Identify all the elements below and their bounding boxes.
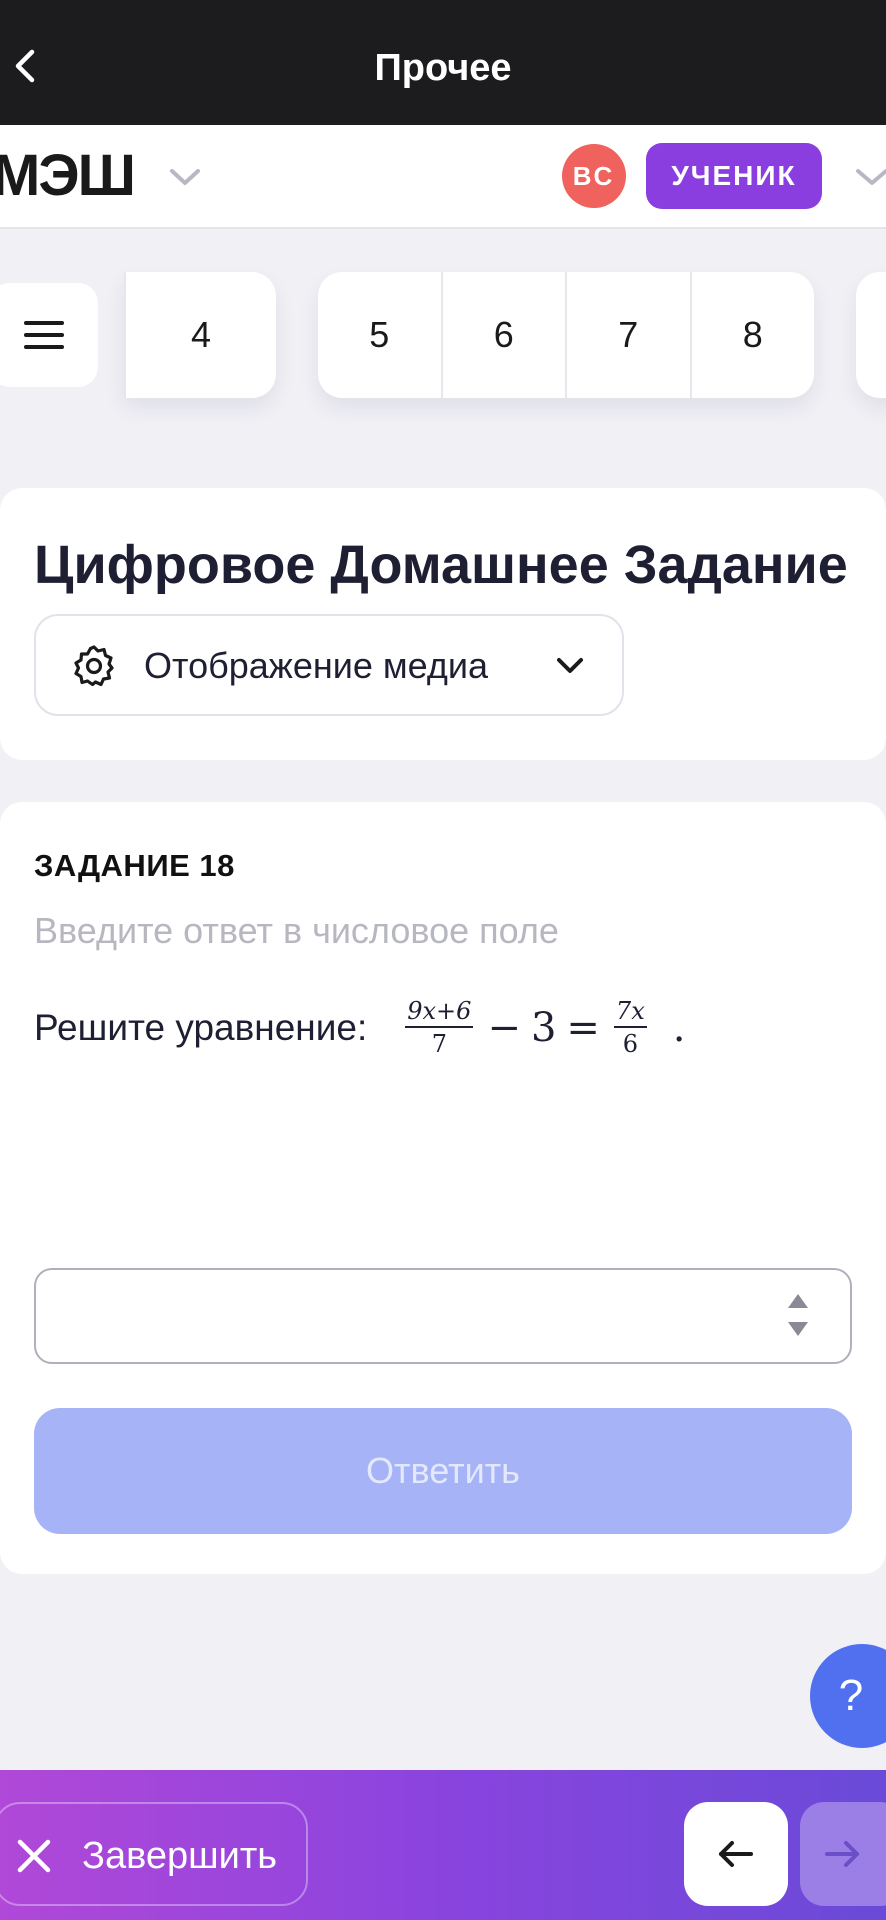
fraction-denominator: 6 <box>622 1030 638 1058</box>
arrow-left-icon <box>719 1841 753 1867</box>
arrow-right-icon <box>825 1841 859 1867</box>
chevron-down-icon <box>557 658 583 673</box>
finish-label: Завершить <box>82 1835 278 1877</box>
chevron-down-icon[interactable] <box>166 165 204 189</box>
close-icon <box>17 1839 51 1873</box>
finish-button[interactable]: Завершить <box>0 1802 308 1906</box>
equation-constant: 3 <box>530 1005 557 1051</box>
avatar[interactable]: ВС <box>562 144 626 208</box>
equation: 9x+6 7 − 3 = 7x 6 . <box>401 998 685 1058</box>
app-logo[interactable]: МЭШ <box>0 147 136 205</box>
page-item-7[interactable]: 7 <box>565 272 690 398</box>
equals-sign: = <box>566 1005 600 1051</box>
next-task-button[interactable] <box>800 1802 886 1906</box>
fraction-numerator: 7x <box>613 998 647 1028</box>
fraction-left: 9x+6 7 <box>405 998 474 1058</box>
page-title: Цифровое Домашнее Задание <box>34 535 848 595</box>
page-item-4[interactable]: 4 <box>124 272 276 398</box>
equation-period: . <box>672 1005 686 1051</box>
screen-title: Прочее <box>374 47 512 89</box>
task-question: Решите уравнение: 9x+6 7 − 3 = 7x 6 . <box>34 998 685 1058</box>
numeric-answer-field[interactable] <box>34 1268 852 1364</box>
number-stepper-icon[interactable] <box>786 1290 810 1340</box>
bottom-action-bar: Завершить <box>0 1770 886 1920</box>
task-card: ЗАДАНИЕ 18 Введите ответ в числовое поле… <box>0 802 886 1574</box>
page-item-6[interactable]: 6 <box>440 272 566 398</box>
page-item-8[interactable]: 8 <box>689 272 815 398</box>
app-header: МЭШ ВС УЧЕНИК <box>0 125 886 229</box>
top-navigation-bar: Прочее <box>0 0 886 125</box>
task-pagination-group-next[interactable] <box>856 272 886 398</box>
help-button[interactable]: ? <box>810 1644 886 1748</box>
question-prefix: Решите уравнение: <box>34 1007 368 1048</box>
media-display-dropdown[interactable]: Отображение медиа <box>34 614 624 716</box>
page-item-5[interactable]: 5 <box>318 272 441 398</box>
task-number: ЗАДАНИЕ 18 <box>34 848 235 883</box>
task-pagination-group: 5 6 7 8 <box>318 272 814 398</box>
menu-button[interactable] <box>0 283 98 387</box>
task-hint: Введите ответ в числовое поле <box>34 910 559 951</box>
gear-icon <box>74 645 114 687</box>
minus-sign: − <box>487 1005 521 1051</box>
fraction-denominator: 7 <box>431 1030 447 1058</box>
submit-answer-button[interactable]: Ответить <box>34 1408 852 1534</box>
media-display-label: Отображение медиа <box>144 645 489 686</box>
hamburger-icon <box>24 321 64 349</box>
task-pagination-group: 4 <box>124 272 276 398</box>
fraction-right: 7x 6 <box>613 998 647 1058</box>
homework-title-card: Цифровое Домашнее Задание Отображение ме… <box>0 488 886 760</box>
previous-task-button[interactable] <box>684 1802 788 1906</box>
chevron-down-icon[interactable] <box>852 165 886 189</box>
role-badge[interactable]: УЧЕНИК <box>646 143 822 209</box>
fraction-numerator: 9x+6 <box>405 998 474 1028</box>
